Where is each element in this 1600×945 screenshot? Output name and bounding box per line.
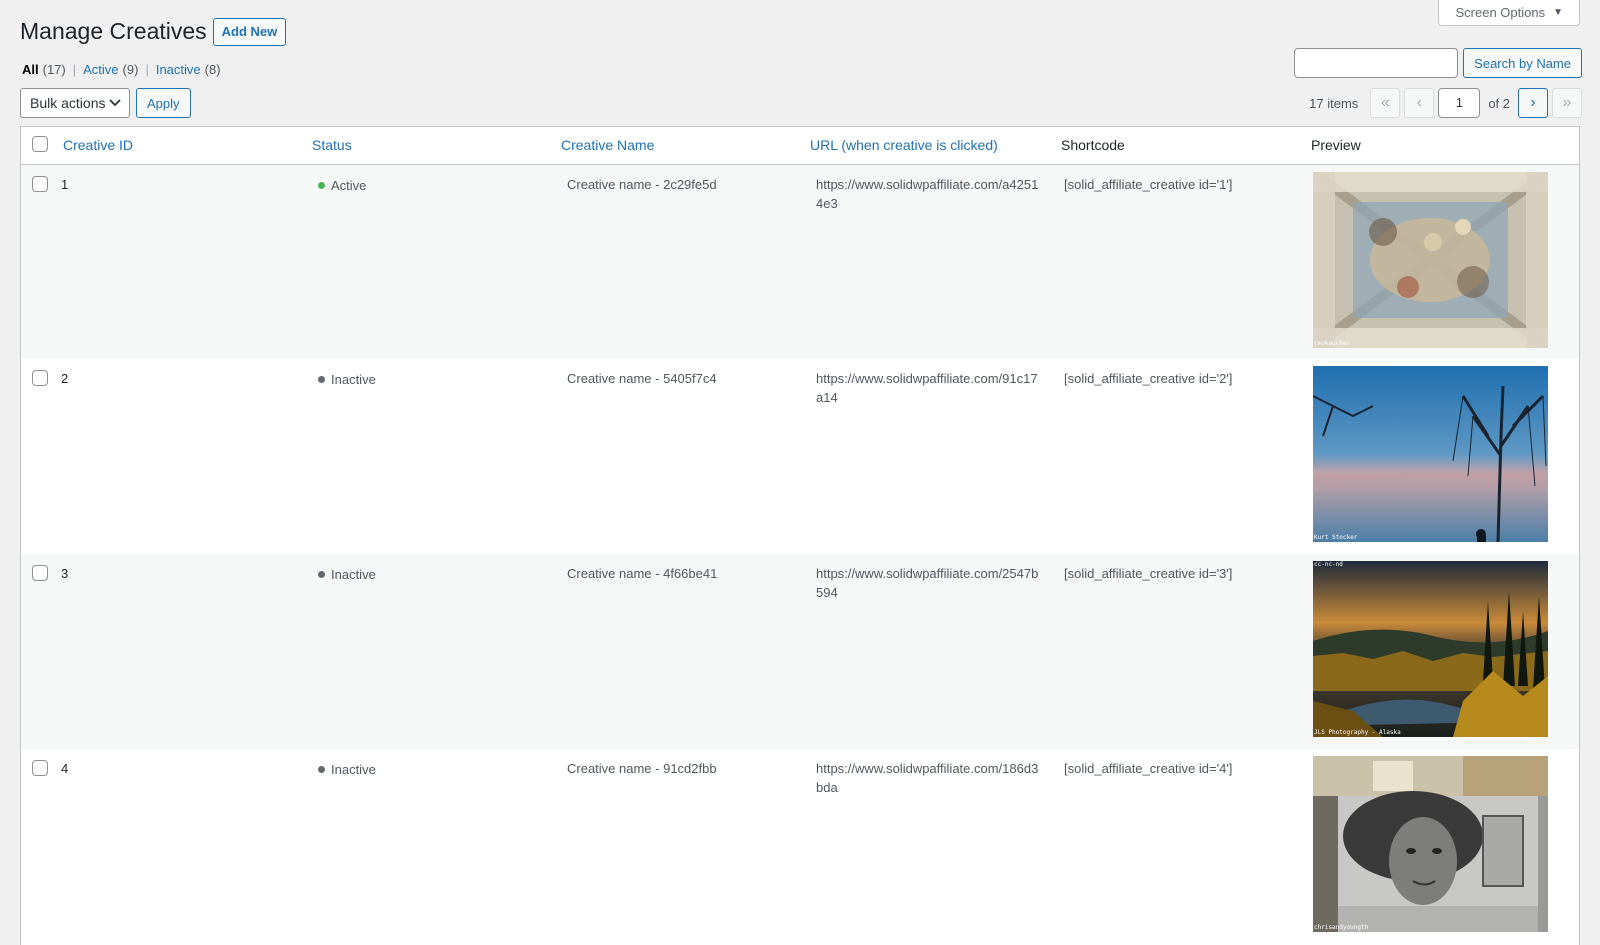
license-caption: cc-nc-nd [1314,561,1343,568]
pagination: 17 items « ‹ 1 of 2 › » [1309,88,1582,118]
column-url[interactable]: URL (when creative is clicked) [810,137,998,153]
row-checkbox[interactable] [32,370,48,386]
preview-caption: ceokaucher [1314,339,1351,347]
table-row: 4 Inactive Creative name - 91cd2fbb http… [21,749,1579,944]
prev-page-button: ‹ [1404,88,1435,118]
filter-separator: | [145,62,149,77]
total-pages: of 2 [1488,95,1510,111]
creative-url: https://www.solidwpaffiliate.com/a42514e… [816,176,1039,211]
inactive-dot-icon [318,766,325,773]
current-page-input[interactable]: 1 [1438,88,1481,118]
creative-name: Creative name - 5405f7c4 [567,371,717,386]
filter-inactive-count: (8) [204,62,221,77]
table-header-row: Creative ID Status Creative Name URL (wh… [21,127,1579,165]
street-art-mural-image [1313,756,1548,932]
chevron-down-icon [109,99,121,107]
creative-name: Creative name - 91cd2fbb [567,761,717,776]
status-cell: Inactive [306,554,555,749]
bulk-actions-select[interactable]: Bulk actions [20,88,130,118]
status-label: Active [331,177,367,193]
apply-button[interactable]: Apply [136,88,191,118]
filter-separator: | [72,62,77,77]
filter-active-count: (9) [122,62,139,77]
creative-url: https://www.solidwpaffiliate.com/91c17a1… [816,371,1038,405]
creative-url: https://www.solidwpaffiliate.com/2547b59… [816,566,1039,600]
preview-image: cc-nc-nd JLS Photography - Alaska [1313,561,1548,737]
last-page-button: » [1552,88,1582,118]
creative-name: Creative name - 2c29fe5d [567,176,717,192]
status-cell: Active [306,164,555,359]
creative-url: https://www.solidwpaffiliate.com/186d3bd… [816,761,1039,795]
caret-down-icon: ▼ [1553,6,1563,18]
filter-all-link[interactable]: All [22,62,39,77]
preview-caption: JLS Photography - Alaska [1314,729,1401,736]
status-cell: Inactive [306,749,555,944]
preview-caption: Kurt Stocker [1314,534,1358,541]
status-filter-links: All (17) | Active (9) | Inactive (8) [22,62,221,77]
filter-inactive-link[interactable]: Inactive [156,62,201,77]
creative-id[interactable]: 1 [57,164,306,359]
row-checkbox[interactable] [32,565,48,581]
preview-image: Kurt Stocker [1313,366,1548,542]
table-row: 2 Inactive Creative name - 5405f7c4 http… [21,359,1579,554]
column-creative-name[interactable]: Creative Name [561,137,654,153]
add-new-button[interactable]: Add New [212,17,287,46]
creatives-table: Creative ID Status Creative Name URL (wh… [20,126,1580,945]
column-preview: Preview [1304,127,1579,165]
status-label: Inactive [331,567,376,582]
creative-id[interactable]: 4 [57,749,306,944]
misty-lake-tree-image [1313,366,1548,542]
row-checkbox[interactable] [32,760,48,776]
status-label: Inactive [331,762,376,777]
table-row: 3 Inactive Creative name - 4f66be41 http… [21,554,1579,749]
shortcode: [solid_affiliate_creative id='3'] [1064,566,1233,581]
preview-image: chrisandyoungth [1313,756,1548,932]
status-label: Inactive [331,372,376,387]
baroque-ceiling-image [1313,171,1548,348]
status-cell: Inactive [306,359,555,554]
creative-id[interactable]: 2 [57,359,306,554]
filter-all-count: (17) [42,62,66,77]
bulk-actions-selected: Bulk actions [30,95,106,111]
column-shortcode: Shortcode [1054,127,1304,165]
creative-name: Creative name - 4f66be41 [567,566,718,581]
inactive-dot-icon [318,376,325,383]
search-box: Search by Name [1294,48,1582,78]
search-by-name-button[interactable]: Search by Name [1463,48,1582,78]
screen-options-toggle[interactable]: Screen Options ▼ [1438,0,1580,26]
shortcode: [solid_affiliate_creative id='1'] [1064,176,1233,192]
row-checkbox[interactable] [32,175,48,192]
search-input[interactable] [1294,48,1459,78]
autumn-forest-sunset-image [1313,561,1548,737]
column-creative-id[interactable]: Creative ID [63,137,133,153]
screen-options-label: Screen Options [1455,4,1546,20]
table-row: 1 Active Creative name - 2c29fe5d https:… [21,164,1579,359]
preview-image: ceokaucher [1313,171,1548,348]
filter-active-link[interactable]: Active [83,62,118,77]
shortcode: [solid_affiliate_creative id='2'] [1064,371,1233,386]
shortcode: [solid_affiliate_creative id='4'] [1064,761,1233,776]
first-page-button: « [1370,88,1401,118]
inactive-dot-icon [318,571,325,578]
select-all-checkbox[interactable] [32,135,48,152]
page-title: Manage Creatives [20,18,207,44]
page-header: Manage Creatives Add New [20,17,287,46]
active-dot-icon [318,181,325,189]
preview-caption: chrisandyoungth [1314,924,1369,931]
next-page-button[interactable]: › [1518,88,1548,118]
column-status[interactable]: Status [312,137,352,153]
bulk-actions-bar: Bulk actions Apply [20,88,191,118]
items-count: 17 items [1309,95,1359,111]
creative-id[interactable]: 3 [57,554,306,749]
select-all-cell [21,127,57,165]
